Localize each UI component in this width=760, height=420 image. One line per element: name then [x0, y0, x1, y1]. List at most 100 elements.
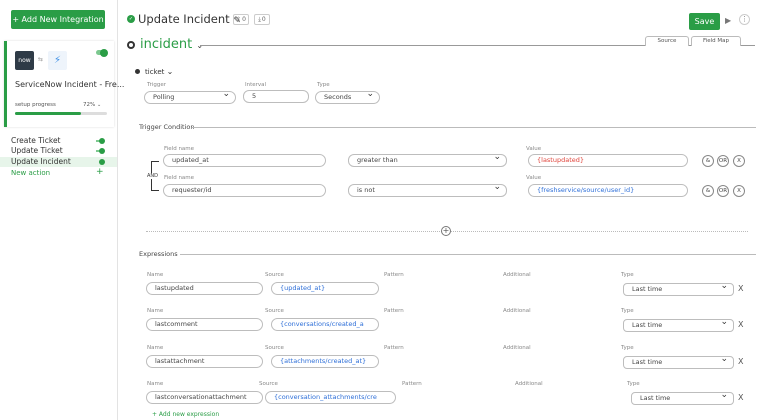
- expr-type-label: Type: [627, 381, 640, 387]
- expr-name-label: Name: [147, 308, 164, 314]
- sidebar-item-update-incident[interactable]: Update Incident: [0, 157, 117, 167]
- divider: [192, 127, 756, 128]
- expr-source-label: Source: [259, 381, 278, 387]
- remove-expression-icon[interactable]: X: [738, 357, 743, 366]
- value-label: Value: [526, 175, 542, 181]
- expr-name-input[interactable]: lastcomment: [146, 318, 263, 331]
- upload-badge[interactable]: ⇪ 0: [233, 14, 249, 25]
- expr-type-label: Type: [621, 308, 634, 314]
- type-select[interactable]: Seconds: [315, 91, 380, 104]
- remove-expression-icon[interactable]: X: [738, 393, 743, 402]
- expr-type-select[interactable]: Last time: [623, 356, 734, 369]
- download-icon: ⤓: [258, 15, 261, 23]
- expr-additional-label: Additional: [503, 345, 531, 351]
- field-name-label: Field name: [164, 175, 195, 181]
- expr-source-input[interactable]: {conversation_attachments/cre: [265, 391, 396, 404]
- expr-name-label: Name: [147, 272, 164, 278]
- value-label: Value: [526, 146, 542, 152]
- setup-progress-label: setup progress: [15, 102, 56, 108]
- expr-name-input[interactable]: lastupdated: [146, 282, 263, 295]
- expr-additional-label: Additional: [503, 308, 531, 314]
- interval-label: Interval: [245, 82, 267, 88]
- expr-additional-label: Additional: [503, 272, 531, 278]
- expr-type-select[interactable]: Last time: [623, 283, 734, 296]
- and-label: AND: [146, 173, 160, 179]
- remove-expression-icon[interactable]: X: [738, 284, 743, 293]
- expr-pattern-label: Pattern: [384, 308, 404, 314]
- expr-type-label: Type: [621, 272, 634, 278]
- upload-icon: ⇪: [236, 16, 242, 23]
- condition-value-2[interactable]: {freshservice/source/user_id}: [528, 184, 688, 197]
- expr-source-label: Source: [265, 345, 284, 351]
- main-panel: ✓ Update Incident ✎ ⇪ 0 ⤓ 0 Save ▶ ⋮ incid…: [118, 0, 760, 420]
- more-options-icon[interactable]: ⋮: [739, 14, 750, 25]
- new-action-link[interactable]: New action: [11, 169, 50, 177]
- integration-toggle[interactable]: [96, 48, 108, 57]
- object-icon: [127, 41, 135, 49]
- field-name-label: Field name: [164, 146, 195, 152]
- add-or-button[interactable]: OR: [717, 155, 729, 167]
- bolt-icon: ⚡: [53, 55, 62, 66]
- freshservice-logo: ⚡: [48, 51, 67, 70]
- expr-type-select[interactable]: Last time: [631, 392, 734, 405]
- setup-progress-bar: [15, 112, 107, 115]
- condition-field-2[interactable]: requester/id: [163, 184, 326, 197]
- trigger-label: Trigger: [147, 82, 166, 88]
- page-title: Update Incident ✎: [138, 12, 241, 26]
- expressions-title: Expressions: [139, 250, 178, 258]
- expr-additional-label: Additional: [515, 381, 543, 387]
- remove-expression-icon[interactable]: X: [738, 320, 743, 329]
- ticket-section-toggle[interactable]: ticket ⌄: [145, 67, 173, 76]
- integration-card[interactable]: now ⇆ ⚡ ServiceNow Incident - Fre... set…: [4, 41, 124, 127]
- expr-pattern-label: Pattern: [384, 272, 404, 278]
- integration-title: ServiceNow Incident - Fre...: [15, 80, 125, 89]
- add-and-button[interactable]: &: [702, 185, 714, 197]
- remove-condition-button[interactable]: X: [733, 155, 745, 167]
- ticket-icon: [135, 69, 140, 74]
- object-selector[interactable]: incident ⌄: [140, 37, 203, 52]
- tab-field-map[interactable]: Field Map: [691, 36, 741, 46]
- sidebar-item-update-ticket[interactable]: Update Ticket: [0, 146, 117, 156]
- add-and-button[interactable]: &: [702, 155, 714, 167]
- add-or-button[interactable]: OR: [717, 185, 729, 197]
- expr-name-label: Name: [147, 381, 164, 387]
- chevron-down-icon: ⌄: [166, 67, 174, 76]
- add-condition-icon[interactable]: +: [441, 226, 451, 236]
- download-badge[interactable]: ⤓ 0: [254, 14, 270, 25]
- expr-source-input[interactable]: {conversations/created_a: [271, 318, 379, 331]
- add-new-integration-button[interactable]: + Add New Integration: [11, 10, 105, 29]
- add-new-expression-link[interactable]: + Add new expression: [152, 411, 219, 418]
- expr-type-select[interactable]: Last time: [623, 319, 734, 332]
- trigger-condition-title: Trigger Condition: [139, 123, 195, 131]
- condition-value-1[interactable]: {lastupdated}: [528, 154, 688, 167]
- divider: [180, 254, 756, 255]
- expr-name-input[interactable]: lastconversationattachment: [146, 391, 263, 404]
- save-button[interactable]: Save: [689, 13, 720, 30]
- setup-progress-fill: [15, 112, 82, 115]
- condition-field-1[interactable]: updated_at: [163, 154, 326, 167]
- connector-icon: ⇆: [38, 56, 44, 63]
- trigger-select[interactable]: Polling: [144, 91, 236, 104]
- expr-name-label: Name: [147, 345, 164, 351]
- type-label: Type: [317, 82, 330, 88]
- status-dot: [99, 159, 105, 165]
- tab-source[interactable]: Source: [645, 36, 689, 46]
- check-icon: ✓: [127, 15, 135, 23]
- remove-condition-button[interactable]: X: [733, 185, 745, 197]
- sidebar-item-create-ticket[interactable]: Create Ticket: [0, 136, 117, 146]
- expr-pattern-label: Pattern: [402, 381, 422, 387]
- expr-source-input[interactable]: {updated_at}: [271, 282, 379, 295]
- expr-name-input[interactable]: lastattachment: [146, 355, 263, 368]
- condition-operator-1[interactable]: greater than: [348, 154, 507, 167]
- sidebar: + Add New Integration now ⇆ ⚡ ServiceNow…: [0, 0, 124, 420]
- expr-source-input[interactable]: {attachments/created_at}: [271, 355, 379, 368]
- condition-operator-2[interactable]: is not: [348, 184, 507, 197]
- status-dot: [99, 148, 105, 154]
- play-icon[interactable]: ▶: [725, 16, 731, 25]
- servicenow-logo: now: [15, 51, 34, 70]
- add-action-icon[interactable]: +: [96, 167, 104, 177]
- expr-source-label: Source: [265, 272, 284, 278]
- interval-input[interactable]: 5: [243, 90, 309, 103]
- status-dot: [99, 138, 105, 144]
- expr-source-label: Source: [265, 308, 284, 314]
